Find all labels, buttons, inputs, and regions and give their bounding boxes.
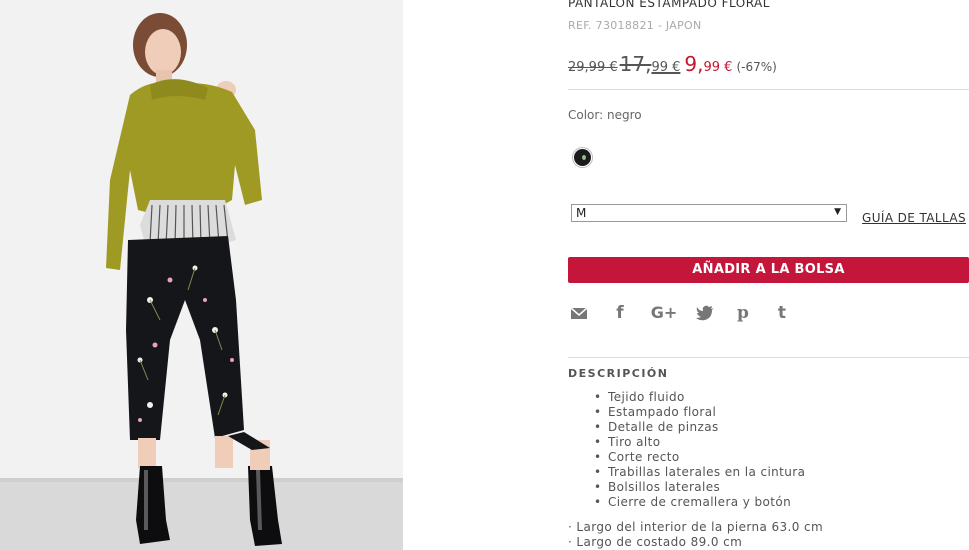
current-price: 9,99 €	[684, 52, 732, 76]
list-item: Bolsillos laterales	[594, 480, 805, 495]
facebook-icon[interactable]: f	[612, 302, 628, 324]
list-item: Corte recto	[594, 450, 805, 465]
list-item: Estampado floral	[594, 405, 805, 420]
size-select[interactable]: M ▼	[571, 204, 847, 222]
list-item: Cierre de cremallera y botón	[594, 495, 805, 510]
list-item: Tejido fluido	[594, 390, 805, 405]
product-title: PANTALÓN ESTAMPADO FLORAL	[568, 0, 770, 10]
add-to-bag-button[interactable]: AÑADIR A LA BOLSA	[568, 257, 969, 283]
description-heading: DESCRIPCIÓN	[568, 367, 669, 380]
discount-badge: (-67%)	[736, 60, 777, 74]
dropdown-arrow-icon: ▼	[834, 207, 841, 217]
original-price: 29,99 €	[568, 60, 618, 75]
product-reference: REF. 73018821 - JAPON	[568, 19, 702, 32]
current-price-dec: 99 €	[703, 60, 733, 75]
swatch-fill	[574, 149, 591, 166]
color-swatch-negro[interactable]	[572, 147, 593, 168]
tumblr-icon[interactable]: t	[774, 302, 790, 324]
price-block: 29,99 €17,99 €9,99 € (-67%)	[568, 52, 777, 76]
list-item: Trabillas laterales en la cintura	[594, 465, 805, 480]
color-label: Color: negro	[568, 108, 642, 122]
list-item: Detalle de pinzas	[594, 420, 805, 435]
pinterest-icon[interactable]: p	[735, 302, 751, 324]
measure-line: · Largo de costado 89.0 cm	[568, 535, 743, 549]
previous-price-dec: 99 €	[651, 60, 681, 75]
google-plus-icon[interactable]: G+	[649, 302, 679, 324]
model-illustration	[106, 13, 282, 546]
measurements: · Largo del interior de la pierna 63.0 c…	[568, 520, 823, 550]
product-photo	[0, 0, 403, 550]
email-icon[interactable]	[569, 302, 589, 324]
current-price-int: 9,	[684, 52, 704, 76]
divider	[568, 357, 969, 358]
measure-line: · Largo del interior de la pierna 63.0 c…	[568, 520, 824, 534]
size-guide-link[interactable]: GUÍA DE TALLAS	[862, 211, 966, 225]
list-item: Tiro alto	[594, 435, 805, 450]
twitter-icon[interactable]	[696, 302, 716, 324]
previous-price: 17,99 €	[620, 52, 681, 76]
size-selected-value: M	[576, 206, 587, 220]
divider	[568, 89, 969, 90]
description-list: Tejido fluido Estampado floral Detalle d…	[594, 390, 805, 510]
previous-price-int: 17,	[619, 52, 652, 76]
product-panel: PANTALÓN ESTAMPADO FLORAL REF. 73018821 …	[568, 0, 969, 550]
